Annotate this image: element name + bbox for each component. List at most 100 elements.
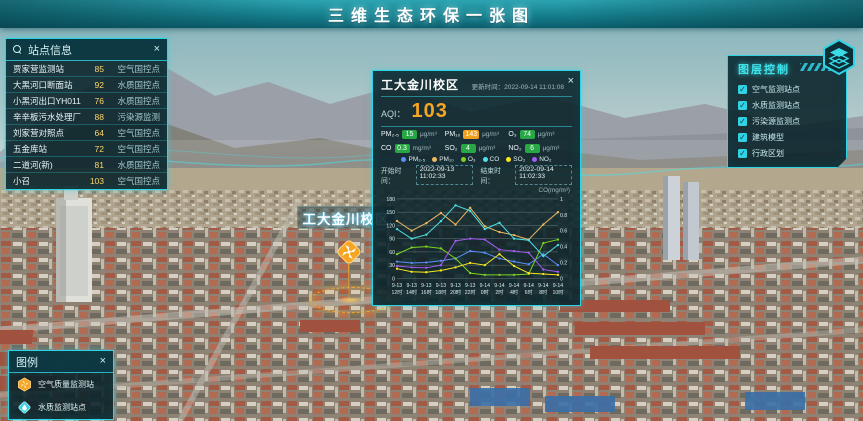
station-row[interactable]: 二道河(新) 81 水质国控点: [6, 157, 167, 173]
layer-label: 水质监测站点: [752, 100, 800, 111]
svg-text:120: 120: [386, 223, 395, 229]
layer-label: 建筑模型: [752, 132, 784, 143]
station-type: 水质国控点: [104, 159, 160, 171]
station-value: 81: [82, 160, 104, 170]
svg-text:1: 1: [560, 197, 563, 203]
divider: [381, 96, 572, 97]
station-row[interactable]: 大黑河口断面站 92 水质国控点: [6, 77, 167, 93]
pollutant-pm25: PM₂.₅15μg/m³: [381, 130, 445, 139]
trend-line-chart: 030609012015018000.20.40.60.819-1312时9-1…: [381, 194, 574, 300]
svg-text:0.4: 0.4: [560, 245, 567, 251]
checkbox-checked-icon[interactable]: ✓: [738, 133, 747, 142]
legend-item-pm10[interactable]: PM₁₀: [432, 156, 454, 163]
svg-text:12时: 12时: [392, 288, 403, 296]
divider: [381, 126, 572, 127]
svg-text:9-13: 9-13: [465, 283, 475, 289]
pollutant-grid: PM₂.₅15μg/m³ PM₁₀143μg/m³ O₃74μg/m³ CO0.…: [381, 130, 572, 153]
legend-item-so2[interactable]: SO₂: [506, 156, 525, 163]
svg-text:90: 90: [389, 237, 395, 243]
svg-text:0: 0: [560, 276, 563, 282]
svg-text:9-14: 9-14: [494, 283, 504, 289]
svg-text:8时: 8时: [539, 288, 547, 296]
station-value: 92: [82, 80, 104, 90]
legend-item-o3[interactable]: O₃: [461, 156, 476, 163]
station-name: 辛辛板污水处理厂: [13, 111, 82, 123]
station-value: 76: [82, 96, 104, 106]
layer-label: 污染源监测点: [752, 116, 800, 127]
time-range-row: 开始时间： 2022-09-13 11:02:33 结束时间： 2022-09-…: [381, 165, 572, 185]
station-name: 贾家营监测站: [13, 63, 82, 75]
popup-title: 工大金川校区: [381, 76, 459, 93]
station-row[interactable]: 小黑河出口YH011 76 水质国控点: [6, 93, 167, 109]
end-time-input[interactable]: 2022-09-14 11:02:33: [515, 165, 572, 185]
station-type: 空气国控点: [104, 63, 160, 75]
close-icon[interactable]: ×: [100, 356, 106, 367]
legend-item-water-station[interactable]: 水质监测站点: [9, 396, 113, 419]
station-type: 水质国控点: [104, 95, 160, 107]
chart-legend: PM₂.₅ PM₁₀ O₃ CO SO₂ NO₂: [381, 156, 572, 163]
pollutant-so2: SO₂4μg/m³: [445, 144, 509, 153]
station-name: 五金库站: [13, 143, 82, 155]
start-time-input[interactable]: 2022-09-13 11:02:33: [416, 165, 473, 185]
station-name: 二道河(新): [13, 159, 82, 171]
svg-text:20时: 20时: [450, 288, 461, 296]
svg-text:9-14: 9-14: [524, 283, 534, 289]
close-icon[interactable]: ×: [568, 75, 574, 87]
station-row[interactable]: 小召 103 空气国控点: [6, 173, 167, 189]
pollutant-co: CO0.3mg/m³: [381, 144, 445, 153]
checkbox-checked-icon[interactable]: ✓: [738, 117, 747, 126]
svg-text:18时: 18时: [435, 288, 446, 296]
station-row[interactable]: 辛辛板污水处理厂 88 污染源监测: [6, 109, 167, 125]
air-station-marker-icon[interactable]: [335, 238, 363, 266]
right-axis-label: CO(mg/m³): [381, 187, 572, 194]
checkbox-checked-icon[interactable]: ✓: [738, 101, 747, 110]
svg-text:16时: 16时: [421, 288, 432, 296]
svg-text:9-13: 9-13: [392, 283, 402, 289]
checkbox-checked-icon[interactable]: ✓: [738, 149, 747, 158]
station-panel-header: 站点信息 ×: [6, 39, 167, 61]
station-value: 103: [82, 176, 104, 186]
station-name: 刘家营对照点: [13, 127, 82, 139]
close-icon[interactable]: ×: [154, 44, 160, 55]
legend-item-air-station[interactable]: 空气质量监测站: [9, 373, 113, 396]
station-detail-popup: × 工大金川校区 更新时间：2022-09-14 11:01:08 AQI： 1…: [372, 70, 581, 306]
legend-panel-header: 图例 ×: [9, 351, 113, 373]
layer-item-pollution[interactable]: ✓ 污染源监测点: [728, 113, 846, 129]
svg-text:2时: 2时: [495, 288, 503, 296]
app-window: 三维生态环保一张图 工大金川校区 站点信息 × 贾家营监测站 85 空气国控点 …: [0, 0, 863, 421]
station-type: 空气国控点: [104, 175, 160, 187]
legend-item-co[interactable]: CO: [483, 156, 500, 163]
start-time-label: 开始时间：: [381, 165, 408, 185]
legend-item-pm25[interactable]: PM₂.₅: [401, 156, 425, 163]
svg-text:0.6: 0.6: [560, 229, 567, 235]
layer-item-air[interactable]: ✓ 空气监测站点: [728, 81, 846, 97]
title-bar: 三维生态环保一张图: [0, 0, 863, 28]
station-list-panel: 站点信息 × 贾家营监测站 85 空气国控点 大黑河口断面站 92 水质国控点 …: [5, 38, 168, 190]
legend-item-no2[interactable]: NO₂: [532, 156, 551, 163]
layers-hexagon-icon[interactable]: [820, 38, 858, 76]
station-row[interactable]: 五金库站 72 空气国控点: [6, 141, 167, 157]
station-row[interactable]: 刘家营对照点 64 空气国控点: [6, 125, 167, 141]
aqi-label: AQI：: [381, 107, 406, 120]
map-legend-panel: 图例 × 空气质量监测站 水质监测站点: [8, 350, 114, 420]
hexagon-air-marker-icon: [17, 377, 32, 392]
svg-text:6时: 6时: [525, 288, 533, 296]
station-type: 空气国控点: [104, 143, 160, 155]
station-type: 空气国控点: [104, 127, 160, 139]
pollutant-o3: O₃74μg/m³: [508, 130, 572, 139]
station-row[interactable]: 贾家营监测站 85 空气国控点: [6, 61, 167, 77]
station-type: 水质国控点: [104, 79, 160, 91]
station-value: 88: [82, 112, 104, 122]
svg-text:0.2: 0.2: [560, 260, 567, 266]
station-value: 64: [82, 128, 104, 138]
checkbox-checked-icon[interactable]: ✓: [738, 85, 747, 94]
svg-text:0.8: 0.8: [560, 213, 567, 219]
layer-item-water[interactable]: ✓ 水质监测站点: [728, 97, 846, 113]
svg-text:9-14: 9-14: [509, 283, 519, 289]
station-name: 小黑河出口YH011: [13, 95, 82, 107]
svg-text:9-13: 9-13: [421, 283, 431, 289]
layer-item-buildings[interactable]: ✓ 建筑模型: [728, 129, 846, 145]
aqi-value: 103: [412, 100, 448, 123]
layer-item-districts[interactable]: ✓ 行政区划: [728, 145, 846, 161]
svg-text:9-13: 9-13: [436, 283, 446, 289]
